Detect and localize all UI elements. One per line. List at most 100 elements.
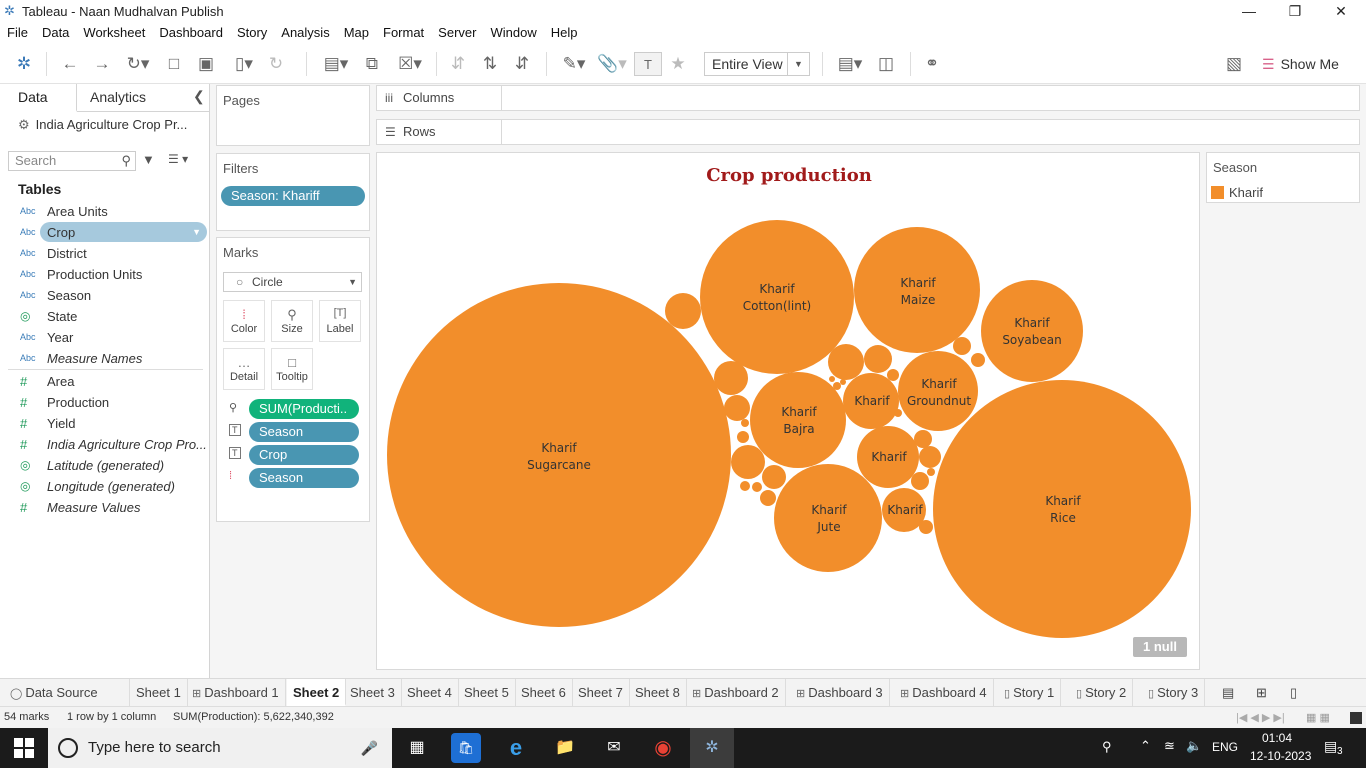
tab-sheet-3[interactable]: Sheet 3 bbox=[344, 679, 402, 706]
view-area[interactable]: Crop production Kharif Sugarcane Kharif … bbox=[376, 152, 1200, 670]
show-cards-icon[interactable]: ▤▾ bbox=[832, 52, 868, 76]
tab-sheet-1[interactable]: Sheet 1 bbox=[130, 679, 188, 706]
field-area[interactable]: # Area bbox=[0, 371, 209, 392]
menu-format[interactable]: Format bbox=[376, 22, 431, 44]
chrome-icon[interactable]: ◉ bbox=[648, 733, 678, 763]
presentation-mode-icon[interactable]: ◫ bbox=[874, 52, 898, 76]
field-season[interactable]: Abc Season bbox=[0, 285, 209, 306]
menu-story[interactable]: Story bbox=[230, 22, 274, 44]
tray-chevron-icon[interactable]: ⌃ bbox=[1140, 738, 1151, 754]
pill-sum-production[interactable]: SUM(Producti.. bbox=[249, 399, 359, 419]
new-worksheet-icon[interactable]: ▤▾ bbox=[318, 52, 354, 76]
save-icon[interactable]: □ bbox=[162, 52, 186, 76]
sort-descending-icon[interactable]: ⇵ bbox=[510, 52, 534, 76]
redo-icon[interactable]: → bbox=[90, 52, 114, 76]
datasource-item[interactable]: ⚙ India Agriculture Crop Pr... bbox=[18, 117, 187, 133]
tab-sheet-7[interactable]: Sheet 7 bbox=[572, 679, 630, 706]
wifi-icon[interactable]: ≊ bbox=[1164, 738, 1175, 754]
windows-start-icon[interactable] bbox=[14, 738, 34, 758]
tab-sheet-2[interactable]: Sheet 2 bbox=[287, 679, 347, 706]
pill-season-color[interactable]: Season bbox=[249, 468, 359, 488]
tab-sheet-5[interactable]: Sheet 5 bbox=[458, 679, 516, 706]
undo-icon[interactable]: ← bbox=[58, 52, 82, 76]
columns-shelf[interactable]: iii Columns bbox=[376, 85, 1360, 111]
refresh-icon[interactable]: ↻ bbox=[264, 52, 288, 76]
menu-analysis[interactable]: Analysis bbox=[274, 22, 336, 44]
file-explorer-icon[interactable]: 📁 bbox=[550, 733, 580, 763]
close-button[interactable]: ✕ bbox=[1318, 0, 1364, 22]
tab-sheet-6[interactable]: Sheet 6 bbox=[515, 679, 573, 706]
fix-axes-icon[interactable]: ★ bbox=[668, 52, 688, 76]
detail-button[interactable]: … Detail bbox=[223, 348, 265, 390]
mark-label-row-2[interactable]: T Crop bbox=[217, 445, 367, 465]
edge-icon[interactable]: e bbox=[501, 733, 531, 763]
tab-dashboard-2[interactable]: ⊞ Dashboard 2 bbox=[686, 679, 786, 706]
filter-icon[interactable]: ▼ bbox=[142, 152, 155, 167]
menu-map[interactable]: Map bbox=[337, 22, 376, 44]
tab-dashboard-4[interactable]: ⊞ Dashboard 4 bbox=[894, 679, 994, 706]
rows-shelf[interactable]: ☰ Rows bbox=[376, 119, 1360, 145]
volume-icon[interactable]: 🔈 bbox=[1186, 738, 1202, 754]
clear-sheet-icon[interactable]: ☒▾ bbox=[392, 52, 428, 76]
menu-help[interactable]: Help bbox=[544, 22, 585, 44]
field-production[interactable]: # Production bbox=[0, 392, 209, 413]
minimize-button[interactable]: — bbox=[1226, 0, 1272, 22]
swap-icon[interactable]: ⇵ bbox=[446, 52, 470, 76]
field-year[interactable]: Abc Year bbox=[0, 327, 209, 348]
microphone-icon[interactable]: 🎤 bbox=[361, 728, 378, 768]
pause-updates-icon[interactable]: ▯▾ bbox=[226, 52, 262, 76]
field-latitude[interactable]: ◎ Latitude (generated) bbox=[0, 455, 209, 476]
tab-data[interactable]: Data bbox=[0, 84, 77, 112]
tab-dashboard-3[interactable]: ⊞ Dashboard 3 bbox=[790, 679, 890, 706]
menu-dashboard[interactable]: Dashboard bbox=[152, 22, 230, 44]
new-story-icon[interactable]: ▯ bbox=[1284, 679, 1303, 706]
field-longitude[interactable]: ◎ Longitude (generated) bbox=[0, 476, 209, 497]
view-list-icon[interactable]: ☰ ▾ bbox=[168, 152, 188, 166]
pill-season-label[interactable]: Season bbox=[249, 422, 359, 442]
tab-data-source[interactable]: ◯ Data Source bbox=[4, 679, 130, 706]
filter-pill-season[interactable]: Season: Khariff bbox=[221, 186, 365, 206]
mark-type-dropdown[interactable]: ○ Circle ▼ bbox=[223, 272, 362, 292]
notifications-icon[interactable]: ▤ bbox=[1324, 738, 1337, 755]
tooltip-button[interactable]: □ Tooltip bbox=[271, 348, 313, 390]
season-legend[interactable]: Season Kharif bbox=[1206, 152, 1360, 203]
taskbar-search[interactable]: Type here to search 🎤 bbox=[48, 728, 392, 768]
field-measure-names[interactable]: Abc Measure Names bbox=[0, 348, 209, 369]
filters-card[interactable]: Filters Season: Khariff bbox=[216, 153, 370, 231]
menu-server[interactable]: Server bbox=[431, 22, 483, 44]
menu-data[interactable]: Data bbox=[35, 22, 76, 44]
tab-story-3[interactable]: ▯ Story 3 bbox=[1142, 679, 1206, 706]
sheet-nav-icons[interactable]: |◀ ◀ ▶ ▶| bbox=[1236, 711, 1285, 724]
tab-analytics[interactable]: Analytics bbox=[90, 84, 146, 111]
menu-file[interactable]: File bbox=[0, 22, 35, 44]
show-me-button[interactable]: ☰ Show Me bbox=[1262, 52, 1339, 76]
menu-worksheet[interactable]: Worksheet bbox=[76, 22, 152, 44]
filmstrip-icon[interactable] bbox=[1350, 712, 1362, 724]
collapse-pane-icon[interactable]: ❮ bbox=[193, 88, 205, 105]
new-dashboard-icon[interactable]: ⊞ bbox=[1250, 679, 1273, 706]
field-state[interactable]: ◎ State bbox=[0, 306, 209, 327]
restore-button[interactable]: ❐ bbox=[1272, 0, 1318, 22]
tab-sheet-8[interactable]: Sheet 8 bbox=[629, 679, 687, 706]
null-indicator[interactable]: 1 null bbox=[1133, 637, 1187, 657]
language-indicator[interactable]: ENG bbox=[1212, 740, 1238, 754]
search-input[interactable]: Search ⚲ bbox=[8, 151, 136, 171]
new-datasource-icon[interactable]: ▣ bbox=[194, 52, 218, 76]
field-crop[interactable]: ▼ Abc Crop bbox=[0, 222, 209, 243]
grid-view-icon[interactable]: ▦ ▦ bbox=[1306, 711, 1330, 724]
group-members-icon[interactable]: 📎▾ bbox=[594, 52, 630, 76]
size-button[interactable]: ⚲ Size bbox=[271, 300, 313, 342]
pages-card[interactable]: Pages bbox=[216, 85, 370, 146]
field-area-units[interactable]: Abc Area Units bbox=[0, 201, 209, 222]
mark-size-row[interactable]: ⚲ SUM(Producti.. bbox=[217, 399, 367, 419]
pill-crop-label[interactable]: Crop bbox=[249, 445, 359, 465]
tab-sheet-4[interactable]: Sheet 4 bbox=[401, 679, 459, 706]
store-icon[interactable]: 🛍 bbox=[451, 733, 481, 763]
tab-story-2[interactable]: ▯ Story 2 bbox=[1070, 679, 1134, 706]
people-icon[interactable]: ⚲ bbox=[1102, 739, 1112, 755]
label-button[interactable]: [T] Label bbox=[319, 300, 361, 342]
sort-ascending-icon[interactable]: ⇅ bbox=[478, 52, 502, 76]
share-icon[interactable]: ⚭ bbox=[920, 52, 944, 76]
clock-time[interactable]: 01:04 bbox=[1262, 731, 1292, 745]
field-measure-values[interactable]: # Measure Values bbox=[0, 497, 209, 518]
